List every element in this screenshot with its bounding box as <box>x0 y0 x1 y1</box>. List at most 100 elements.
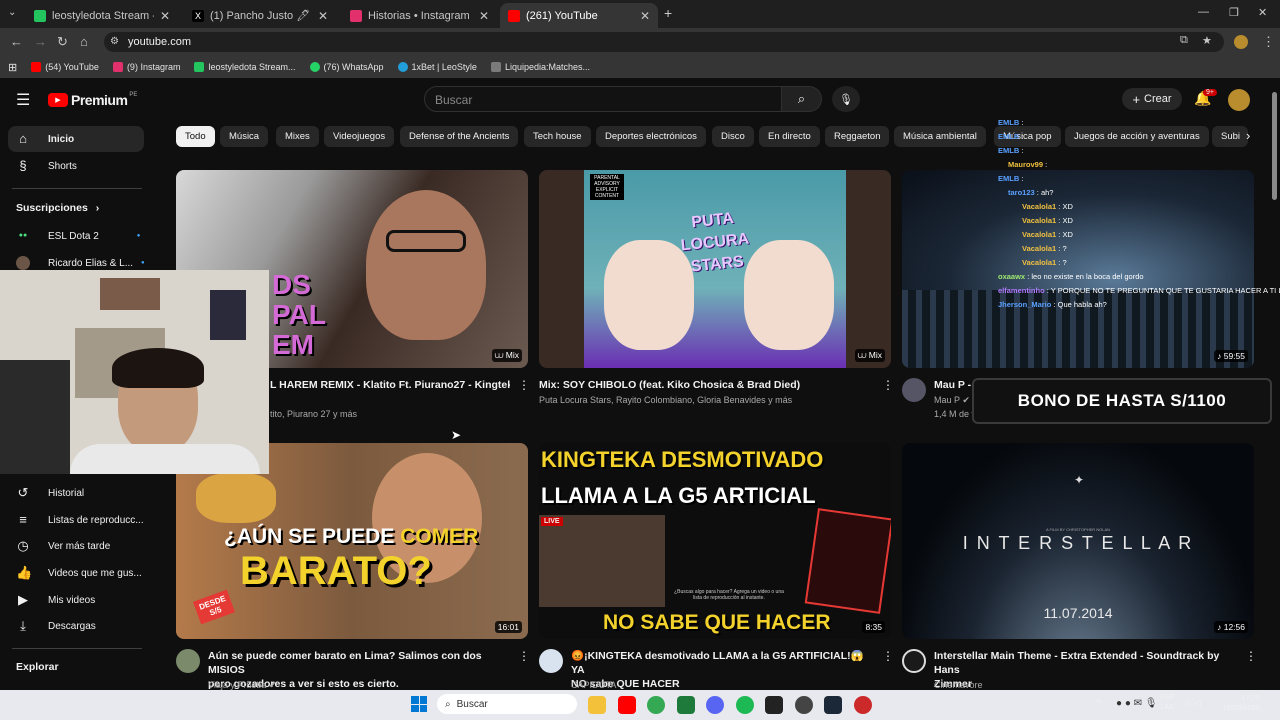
sidebar-item-my-videos[interactable]: ▶ Mis videos <box>16 593 95 607</box>
search-button[interactable]: ⌕ <box>782 86 822 112</box>
tab-x[interactable]: X (1) Pancho Justo 🖊 (@justopa ✕ <box>184 3 336 28</box>
video-title[interactable]: L HAREM REMIX - Klatito Ft. Piurano27 - … <box>270 378 510 392</box>
sidebar-item-shorts[interactable]: § Shorts <box>16 159 77 173</box>
youtube-logo[interactable]: ▶ Premium PE <box>48 92 137 108</box>
chip-1[interactable]: Música <box>220 126 269 147</box>
voice-search-button[interactable]: 🎙 <box>832 86 860 112</box>
video-thumbnail[interactable]: PARENTAL ADVISORY EXPLICIT CONTENT PUTA … <box>539 170 891 368</box>
site-info-icon[interactable]: ⚙ <box>110 36 119 47</box>
chip-8[interactable]: En directo <box>759 126 820 147</box>
video-thumbnail[interactable]: KINGTEKA DESMOTIVADO LLAMA A LA G5 ARTIC… <box>539 443 891 639</box>
video-channel[interactable]: CAPIDOTA <box>571 680 616 690</box>
app-icon[interactable] <box>765 696 783 714</box>
sidebar-sub-ricardo[interactable]: Ricardo Elias & L... ● <box>16 256 145 270</box>
bookmark-1xbet[interactable]: 1xBet | LeoStyle <box>397 62 477 72</box>
youtube-app-icon[interactable] <box>618 696 636 714</box>
video-channel[interactable]: Cinémavore <box>934 680 983 690</box>
forward-icon[interactable]: → <box>34 34 47 49</box>
more-options-icon[interactable]: ⋮ <box>518 649 530 663</box>
sidebar-item-downloads[interactable]: ⤓ Descargas <box>16 619 96 633</box>
chip-9[interactable]: Reggaeton <box>825 126 890 147</box>
opera-icon[interactable] <box>854 696 872 714</box>
search-input[interactable]: Buscar <box>424 86 782 112</box>
cast-icon[interactable]: ⧉ <box>1180 34 1188 47</box>
chip-2[interactable]: Mixes <box>276 126 319 147</box>
address-bar[interactable]: youtube.com <box>104 32 1224 52</box>
chip-4[interactable]: Defense of the Ancients <box>400 126 519 147</box>
taskbar-search[interactable]: ⌕ Buscar <box>437 694 577 714</box>
sidebar-item-watch-later[interactable]: ◷ Ver más tarde <box>16 539 110 553</box>
more-options-icon[interactable]: ⋮ <box>1245 649 1257 663</box>
bookmark-whatsapp[interactable]: (76) WhatsApp <box>309 62 384 72</box>
tray-chevron-icon[interactable]: ^ <box>1096 698 1101 709</box>
chip-10[interactable]: Música ambiental <box>894 126 986 147</box>
close-icon[interactable]: ✕ <box>318 9 328 23</box>
chip-0[interactable]: Todo <box>176 126 215 147</box>
clock[interactable]: 17:25 19/03/2026 <box>1220 693 1260 713</box>
close-icon[interactable]: ✕ <box>160 9 170 23</box>
sidebar-item-inicio[interactable]: ⌂ Inicio <box>16 132 74 146</box>
hamburger-menu-icon[interactable]: ☰ <box>16 90 30 110</box>
network-icon[interactable]: ⌂ ◁ <box>1186 698 1201 709</box>
create-button[interactable]: + Crear <box>1122 88 1182 110</box>
user-avatar[interactable] <box>1228 89 1250 111</box>
chip-5[interactable]: Tech house <box>524 126 591 147</box>
video-title[interactable]: Mix: SOY CHIBOLO (feat. Kiko Chosica & B… <box>539 378 869 392</box>
language-indicator[interactable]: ESP LAA <box>1160 693 1174 713</box>
page-scrollbar[interactable] <box>1272 92 1277 200</box>
discord-icon[interactable] <box>706 696 724 714</box>
video-channel[interactable]: tito, Piurano 27 y más <box>270 409 357 419</box>
reload-icon[interactable]: ↻ <box>57 34 68 50</box>
chip-12[interactable]: Juegos de acción y aventuras <box>1065 126 1209 147</box>
sidebar-item-historial[interactable]: ↺ Historial <box>16 486 85 500</box>
more-options-icon[interactable]: ⋮ <box>882 649 894 663</box>
video-channel[interactable]: Puta Locura Stars, Rayito Colombiano, Gl… <box>539 395 869 405</box>
bookmark-kick[interactable]: leostyledota Stream... <box>194 62 296 72</box>
spotify-icon[interactable] <box>736 696 754 714</box>
steam-icon[interactable] <box>824 696 842 714</box>
sidebar-subscriptions-header[interactable]: Suscripciones › <box>16 202 99 214</box>
chip-7[interactable]: Disco <box>712 126 754 147</box>
channel-avatar[interactable] <box>176 649 200 673</box>
channel-avatar[interactable] <box>539 649 563 673</box>
bookmark-star-icon[interactable]: ★ <box>1202 34 1212 47</box>
chrome-icon[interactable] <box>647 696 665 714</box>
start-button[interactable] <box>411 696 427 712</box>
video-channel[interactable]: Mau P ✔ <box>934 395 970 406</box>
bookmark-youtube[interactable]: (54) YouTube <box>31 62 99 72</box>
back-icon[interactable]: ← <box>10 34 23 49</box>
tab-instagram[interactable]: Historias • Instagram ✕ <box>342 3 497 28</box>
chips-next-chevron-icon[interactable]: › <box>1246 128 1250 143</box>
tab-leostyle[interactable]: leostyledota Stream - Watch Liv ✕ <box>26 3 178 28</box>
chip-3[interactable]: Videojuegos <box>324 126 395 147</box>
tab-search-icon[interactable]: ⌄ <box>8 7 16 18</box>
more-options-icon[interactable]: ⋮ <box>882 378 894 392</box>
chip-13[interactable]: Subi <box>1212 126 1248 147</box>
bookmark-instagram[interactable]: (9) Instagram <box>112 62 180 72</box>
restore-button[interactable]: ❐ <box>1229 6 1239 19</box>
obs-icon[interactable] <box>795 696 813 714</box>
home-icon[interactable]: ⌂ <box>80 34 88 49</box>
sidebar-sub-esl[interactable]: ●● ESL Dota 2 ● <box>16 229 141 243</box>
channel-avatar[interactable] <box>902 649 926 673</box>
chip-6[interactable]: Deportes electrónicos <box>596 126 706 147</box>
tab-youtube[interactable]: (261) YouTube ✕ <box>500 3 658 28</box>
channel-avatar[interactable] <box>902 378 926 402</box>
menu-icon[interactable]: ⋮ <box>1262 34 1275 50</box>
new-tab-button[interactable]: + <box>664 5 672 21</box>
close-window-button[interactable]: ✕ <box>1258 6 1267 19</box>
apps-icon[interactable]: ⊞ <box>8 61 17 74</box>
close-icon[interactable]: ✕ <box>479 9 489 23</box>
bookmark-liquipedia[interactable]: Liquipedia:Matches... <box>490 62 590 72</box>
tray-icons[interactable]: ● ● ✉ 🎙 <box>1116 698 1158 709</box>
excel-like-icon[interactable] <box>677 696 695 714</box>
sidebar-item-liked[interactable]: 👍 Videos que me gus... <box>16 566 142 580</box>
video-thumbnail[interactable]: ✦ A FILM BY CHRISTOPHER NOLAN I N T E R … <box>902 443 1254 639</box>
file-explorer-icon[interactable] <box>588 696 606 714</box>
video-thumbnail[interactable]: ♪ 59:55 <box>902 170 1254 368</box>
sidebar-item-playlists[interactable]: ≡ Listas de reproducc... <box>16 513 143 527</box>
profile-avatar[interactable] <box>1234 35 1248 49</box>
more-options-icon[interactable]: ⋮ <box>518 378 530 392</box>
minimize-button[interactable]: — <box>1198 6 1209 18</box>
close-icon[interactable]: ✕ <box>640 9 650 23</box>
